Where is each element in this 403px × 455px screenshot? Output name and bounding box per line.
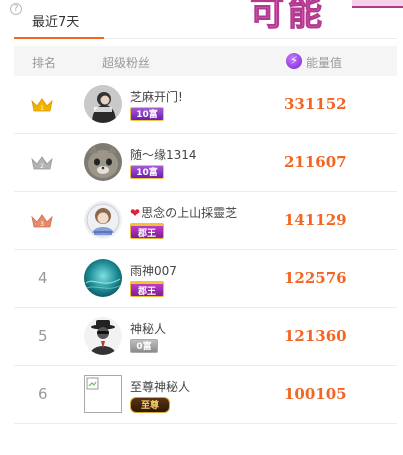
silver-crown-icon: 2 [31, 156, 53, 170]
energy-value: 211607 [284, 153, 347, 171]
lightning-icon: ⚡ [286, 53, 302, 69]
list-item[interactable]: 5 神秘人 0富 121360 [14, 308, 397, 366]
avatar[interactable] [84, 85, 122, 123]
list-item[interactable]: 1 芝麻开门! 10富 331152 [14, 76, 397, 134]
energy-value: 331152 [284, 95, 347, 113]
table-header: 排名 超级粉丝 ⚡ 能量值 [14, 46, 397, 76]
gold-crown-icon: 1 [31, 98, 53, 112]
list-item[interactable]: 2 随～缘1314 10富 211607 [14, 134, 397, 192]
energy-column-header: 能量值 [306, 56, 343, 70]
wealth-level-badge: 10富 [130, 107, 164, 121]
list-item[interactable]: 6 至尊神秘人 至尊 100105 [14, 366, 397, 424]
fan-ranking-list: 1 芝麻开门! 10富 331152 2 随～缘1314 10富 211607 … [14, 76, 397, 424]
crown-rank-number: 1 [40, 105, 44, 112]
wealth-level-badge: 0富 [130, 339, 158, 353]
king-rank-badge: 郡王 [130, 223, 164, 239]
fan-name-text: 思念の上山採靈芝 [141, 206, 238, 220]
crown-rank-number: 3 [40, 221, 44, 228]
list-item[interactable]: 3 ❤思念の上山採靈芝 郡王 141129 [14, 192, 397, 250]
tab-last-7-days[interactable]: 最近7天 [14, 13, 104, 39]
fan-name[interactable]: 随～缘1314 [130, 146, 197, 163]
avatar[interactable] [84, 259, 122, 297]
energy-value: 121360 [284, 327, 347, 345]
fans-column-header: 超级粉丝 [102, 56, 151, 70]
energy-value: 141129 [284, 211, 347, 229]
broken-image-avatar[interactable] [84, 375, 122, 413]
rank-number: 6 [38, 385, 48, 403]
fan-name[interactable]: 至尊神秘人 [130, 378, 190, 395]
fan-name[interactable]: 芝麻开门! [130, 88, 183, 105]
energy-value: 100105 [284, 385, 347, 403]
list-item[interactable]: 4 雨神007 郡王 122576 [14, 250, 397, 308]
supreme-rank-badge: 至尊 [130, 397, 170, 413]
bronze-crown-icon: 3 [31, 214, 53, 228]
crown-rank-number: 2 [40, 163, 44, 170]
rank-number: 5 [38, 327, 48, 345]
avatar[interactable] [84, 201, 122, 239]
fan-name[interactable]: 神秘人 [130, 320, 166, 337]
heart-icon: ❤ [130, 206, 141, 220]
fan-name[interactable]: ❤思念の上山採靈芝 [130, 204, 237, 221]
energy-value: 122576 [284, 269, 347, 287]
banner-decoration [352, 0, 403, 8]
rank-number: 4 [38, 269, 48, 287]
avatar[interactable] [84, 143, 122, 181]
fan-name[interactable]: 雨神007 [130, 262, 177, 279]
rank-column-header: 排名 [32, 56, 57, 70]
tab-bar: 最近7天 [14, 13, 397, 39]
king-rank-badge: 郡王 [130, 281, 164, 297]
wealth-level-badge: 10富 [130, 165, 164, 179]
avatar[interactable] [84, 317, 122, 355]
